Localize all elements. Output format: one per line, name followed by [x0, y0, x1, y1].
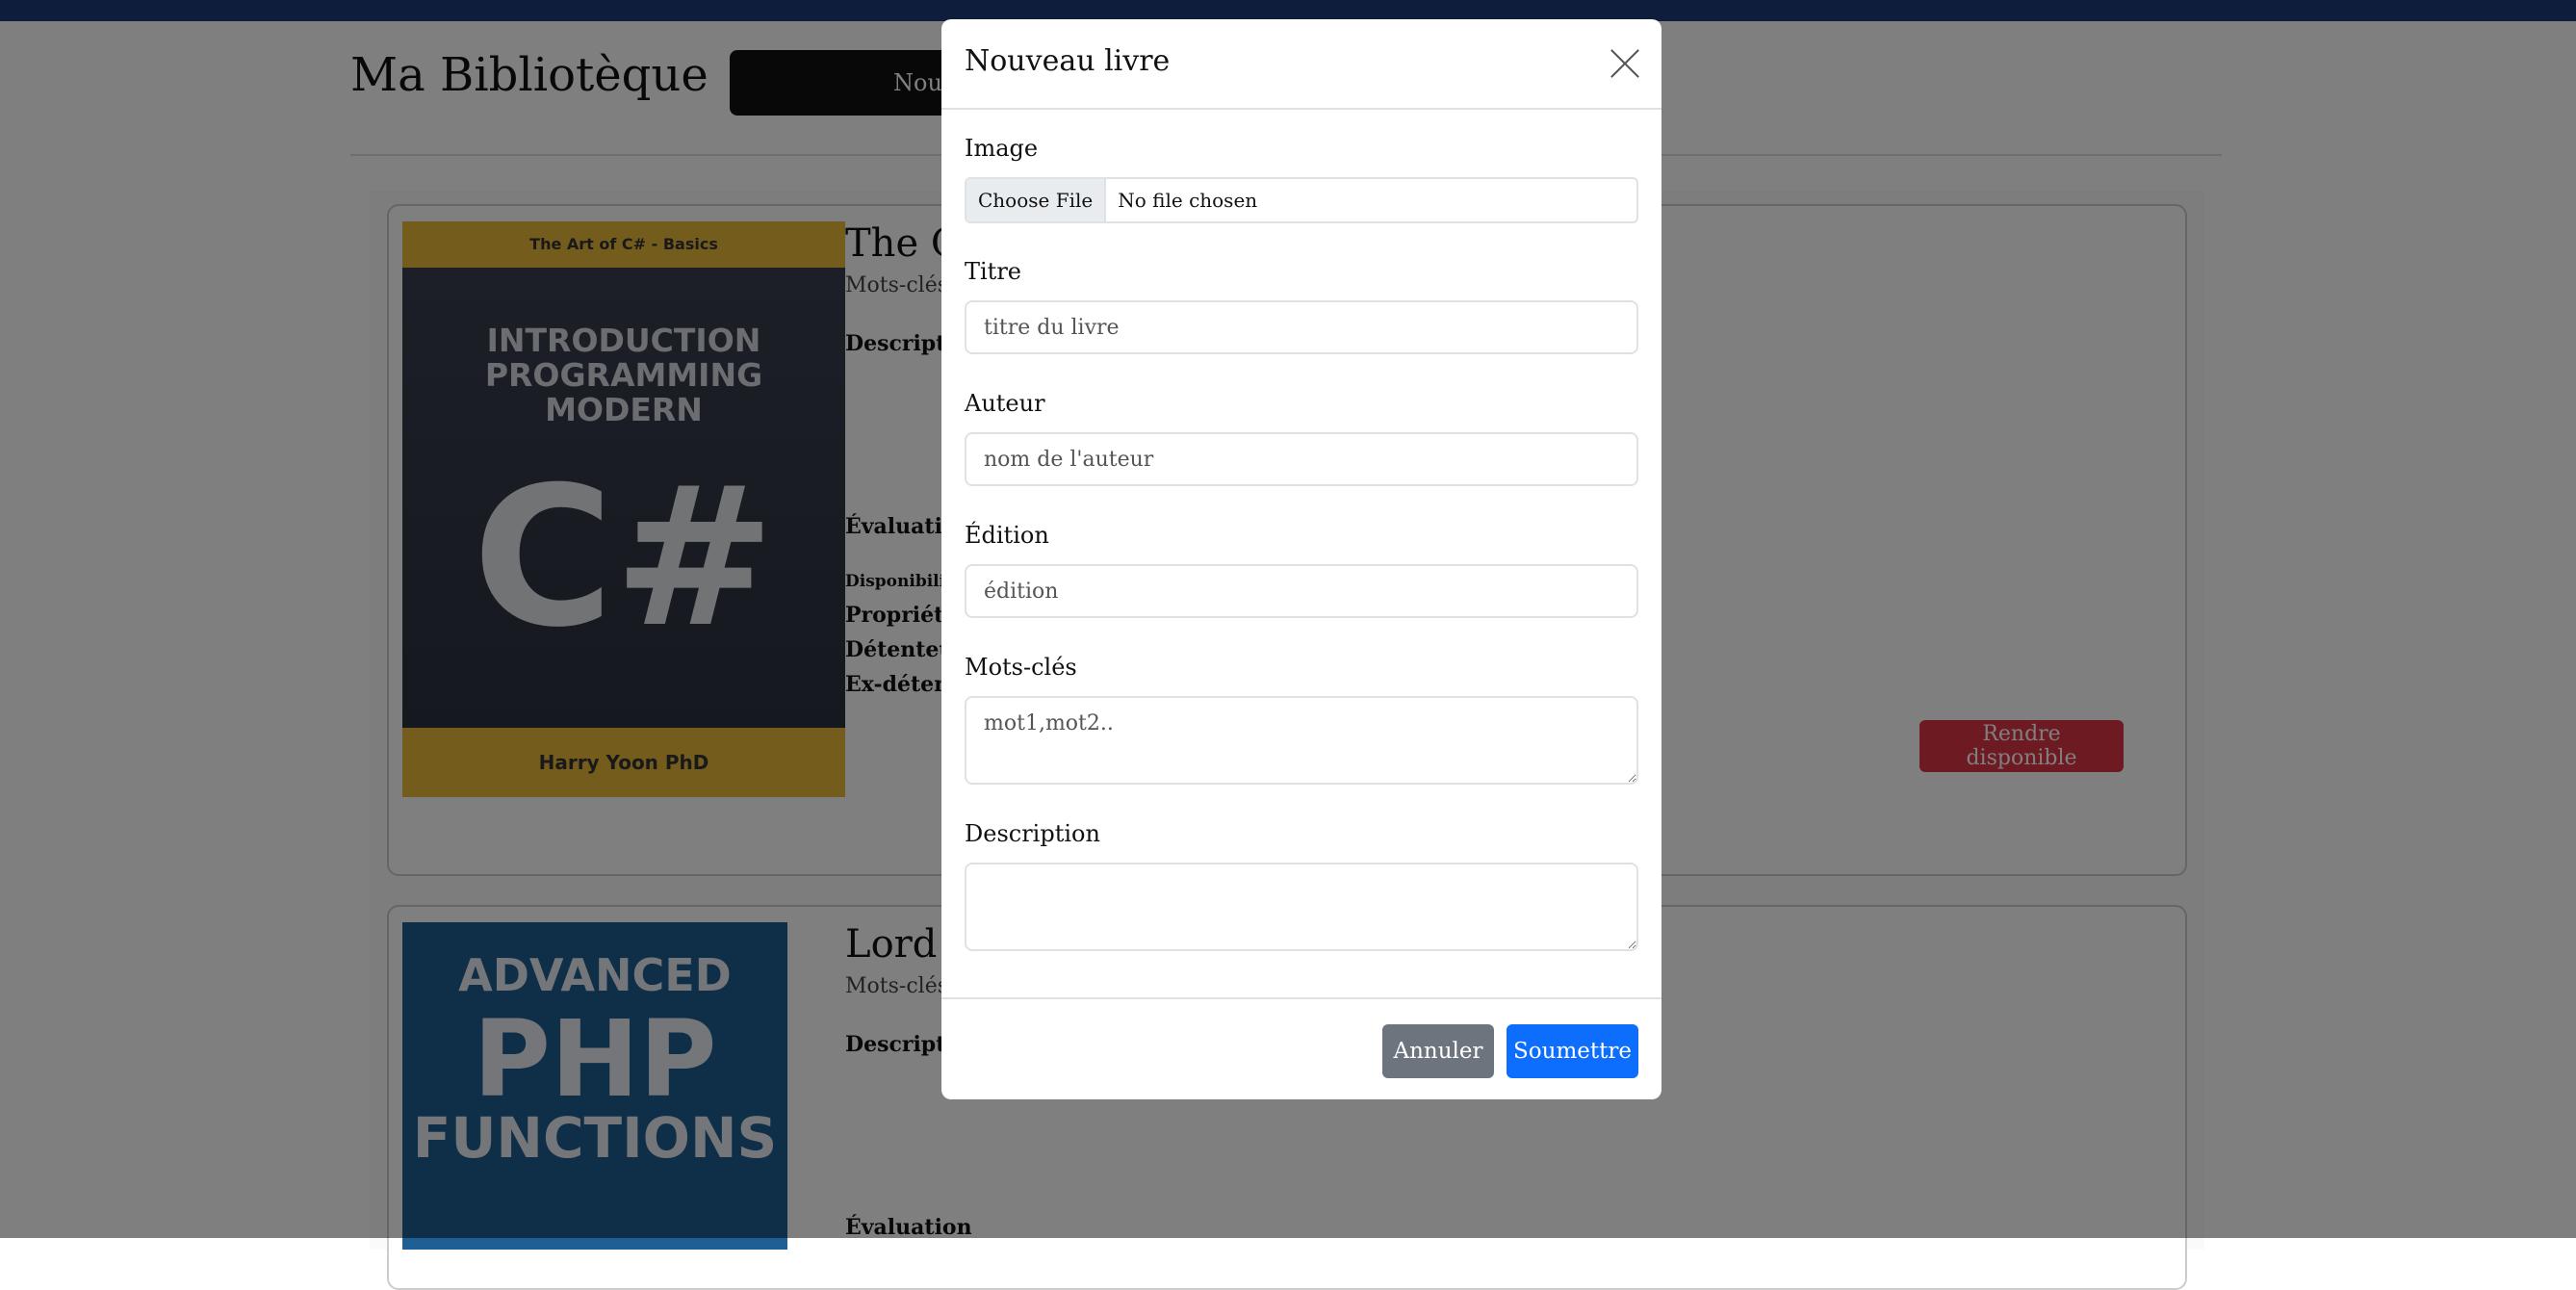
auteur-input[interactable]: [965, 432, 1638, 486]
file-status: No file chosen: [1118, 189, 1258, 212]
modal-title: Nouveau livre: [965, 44, 1171, 78]
submit-button[interactable]: Soumettre: [1507, 1024, 1638, 1078]
titre-input[interactable]: [965, 300, 1638, 354]
auteur-label: Auteur: [965, 390, 1045, 417]
mots-cles-label: Mots-clés: [965, 654, 1077, 681]
modal-header: Nouveau livre: [941, 19, 1662, 110]
description-textarea[interactable]: [965, 863, 1638, 951]
image-file-input[interactable]: Choose File No file chosen: [965, 177, 1638, 223]
description-label: Description: [965, 820, 1100, 847]
image-label: Image: [965, 135, 1039, 162]
close-icon[interactable]: [1610, 48, 1640, 79]
edition-label: Édition: [965, 522, 1049, 549]
titre-label: Titre: [965, 258, 1022, 285]
choose-file-button[interactable]: Choose File: [966, 179, 1107, 221]
edition-input[interactable]: [965, 564, 1638, 618]
cancel-button[interactable]: Annuler: [1382, 1024, 1494, 1078]
new-book-modal: Nouveau livre Image Choose File No file …: [941, 19, 1662, 1099]
modal-footer: Annuler Soumettre: [941, 997, 1662, 1101]
mots-cles-textarea[interactable]: [965, 696, 1638, 785]
